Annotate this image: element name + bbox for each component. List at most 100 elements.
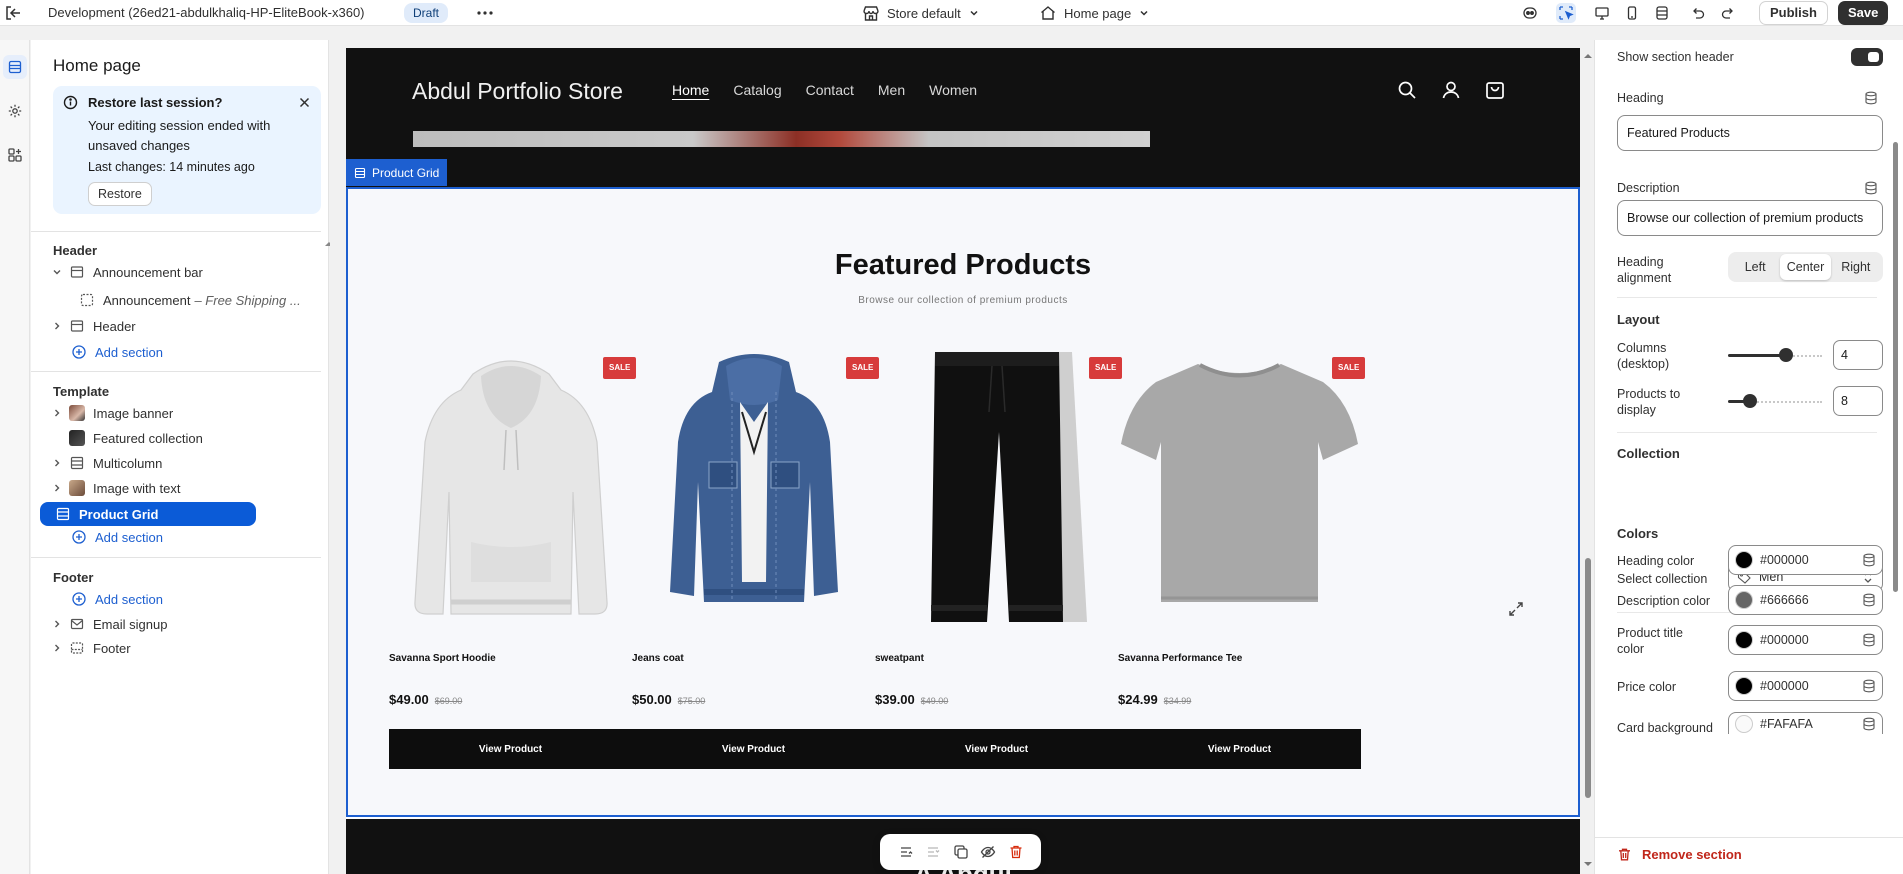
view-product-button[interactable]: View Product [1118, 729, 1361, 769]
duplicate-icon[interactable] [953, 844, 969, 860]
sidebar-item-image-banner[interactable]: Image banner [49, 399, 312, 427]
page-selector[interactable]: Home page [1039, 0, 1150, 26]
settings-gear-icon[interactable] [3, 99, 27, 123]
nav-catalog[interactable]: Catalog [733, 82, 781, 98]
move-down-icon[interactable] [925, 844, 941, 860]
image-banner-section[interactable] [346, 131, 1580, 187]
scrollbar-thumb[interactable] [1893, 142, 1898, 592]
sidebar-item-image-with-text[interactable]: Image with text [49, 474, 312, 502]
products-input[interactable]: 8 [1833, 386, 1883, 416]
account-icon[interactable] [1439, 78, 1463, 102]
color-swatch[interactable] [1735, 591, 1753, 609]
close-icon[interactable] [297, 95, 312, 110]
apps-icon[interactable] [3, 143, 27, 167]
undo-icon[interactable] [1688, 3, 1708, 23]
price-color-input[interactable]: #000000 [1728, 671, 1883, 701]
nav-women[interactable]: Women [929, 82, 977, 98]
add-section-footer[interactable]: Add section [71, 587, 163, 611]
description-input[interactable]: Browse our collection of premium product… [1617, 200, 1883, 236]
chevron-right-icon[interactable] [49, 640, 65, 656]
chevron-right-icon[interactable] [49, 616, 65, 632]
sections-icon[interactable] [3, 55, 27, 79]
columns-input[interactable]: 4 [1833, 340, 1883, 370]
heading-input[interactable]: Featured Products [1617, 115, 1883, 151]
slider-handle[interactable] [1743, 394, 1757, 408]
sidebar-item-announcement[interactable]: Announcement – Free Shipping ... [49, 286, 312, 314]
inspector-icon[interactable] [1556, 3, 1576, 23]
theme-selector[interactable]: Store default [862, 0, 980, 26]
save-button[interactable]: Save [1838, 1, 1889, 25]
remove-section-button[interactable]: Remove section [1617, 847, 1742, 862]
color-swatch[interactable] [1735, 677, 1753, 695]
desktop-view-icon[interactable] [1592, 3, 1612, 23]
preview-scrollbar[interactable] [1583, 48, 1593, 874]
view-product-button[interactable]: View Product [389, 729, 632, 769]
search-icon[interactable] [1395, 78, 1419, 102]
sidebar-item-header[interactable]: Header [49, 312, 312, 340]
product-card[interactable]: SALE sweatpant $39.00 $49.00 View Product [875, 349, 1123, 769]
dynamic-source-icon[interactable] [1862, 633, 1876, 647]
cart-icon[interactable] [1483, 78, 1507, 102]
product-image[interactable] [389, 349, 632, 624]
dynamic-source-icon[interactable] [1862, 717, 1876, 731]
product-title[interactable]: Savanna Performance Tee [1118, 653, 1242, 664]
dynamic-source-icon[interactable] [1862, 553, 1876, 567]
add-section-template[interactable]: Add section [71, 525, 163, 549]
color-swatch[interactable] [1735, 631, 1753, 649]
sidebar-item-featured-collection[interactable]: Featured collection [49, 424, 312, 452]
exit-icon[interactable] [4, 4, 22, 22]
fullscreen-icon[interactable] [1652, 3, 1672, 23]
product-image[interactable] [632, 349, 875, 624]
color-swatch[interactable] [1735, 714, 1753, 733]
nav-men[interactable]: Men [878, 82, 905, 98]
align-center-option[interactable]: Center [1780, 254, 1831, 280]
product-card[interactable]: SALE Jeans coat $50.00 $75.00 View Produc… [632, 349, 880, 769]
sidekick-icon[interactable] [1520, 3, 1540, 23]
expand-icon[interactable] [1508, 601, 1524, 617]
chevron-right-icon[interactable] [49, 480, 65, 496]
add-section-header[interactable]: Add section [71, 340, 163, 364]
restore-button[interactable]: Restore [88, 182, 152, 206]
product-title[interactable]: sweatpant [875, 653, 924, 664]
product-card[interactable]: SALE Savanna Sport Hoodie $49.00 $69.00 V… [389, 349, 637, 769]
heading-color-input[interactable]: #000000 [1728, 545, 1883, 575]
dynamic-source-icon[interactable] [1862, 593, 1876, 607]
product-title[interactable]: Savanna Sport Hoodie [389, 653, 496, 664]
sidebar-item-product-grid[interactable]: Product Grid [40, 502, 256, 526]
sidebar-item-announcement-bar[interactable]: Announcement bar [49, 258, 312, 286]
scroll-up-icon[interactable] [1584, 52, 1592, 60]
columns-slider[interactable] [1728, 347, 1822, 363]
hide-icon[interactable] [980, 844, 996, 860]
description-color-input[interactable]: #666666 [1728, 585, 1883, 615]
section-tag[interactable]: Product Grid [346, 159, 448, 186]
product-grid-section[interactable]: Featured Products Browse our collection … [346, 187, 1580, 817]
dynamic-source-icon[interactable] [1862, 679, 1876, 693]
color-swatch[interactable] [1735, 551, 1753, 569]
dynamic-source-icon[interactable] [1864, 91, 1878, 105]
scrollbar-thumb[interactable] [1585, 558, 1591, 798]
store-title[interactable]: Abdul Portfolio Store [412, 78, 623, 105]
redo-icon[interactable] [1718, 3, 1738, 23]
slider-handle[interactable] [1779, 348, 1793, 362]
move-up-icon[interactable] [898, 844, 914, 860]
chevron-right-icon[interactable] [49, 455, 65, 471]
mobile-view-icon[interactable] [1622, 3, 1642, 23]
view-product-button[interactable]: View Product [632, 729, 875, 769]
delete-icon[interactable] [1008, 844, 1024, 860]
dynamic-source-icon[interactable] [1864, 181, 1878, 195]
card-background-input[interactable]: #FAFAFA [1728, 712, 1883, 734]
chevron-down-icon[interactable] [49, 264, 65, 280]
product-title-color-input[interactable]: #000000 [1728, 625, 1883, 655]
align-right-option[interactable]: Right [1831, 254, 1881, 280]
more-actions-icon[interactable] [475, 4, 495, 22]
settings-scrollbar[interactable] [1892, 80, 1900, 870]
product-title[interactable]: Jeans coat [632, 653, 684, 664]
nav-contact[interactable]: Contact [806, 82, 854, 98]
product-image[interactable] [875, 349, 1118, 624]
chevron-right-icon[interactable] [49, 405, 65, 421]
product-card[interactable]: SALE Savanna Performance Tee $24.99 $34.9… [1118, 349, 1366, 769]
publish-button[interactable]: Publish [1759, 1, 1828, 25]
align-left-option[interactable]: Left [1730, 254, 1780, 280]
sidebar-item-footer[interactable]: Footer [49, 634, 312, 662]
nav-home[interactable]: Home [672, 82, 709, 98]
